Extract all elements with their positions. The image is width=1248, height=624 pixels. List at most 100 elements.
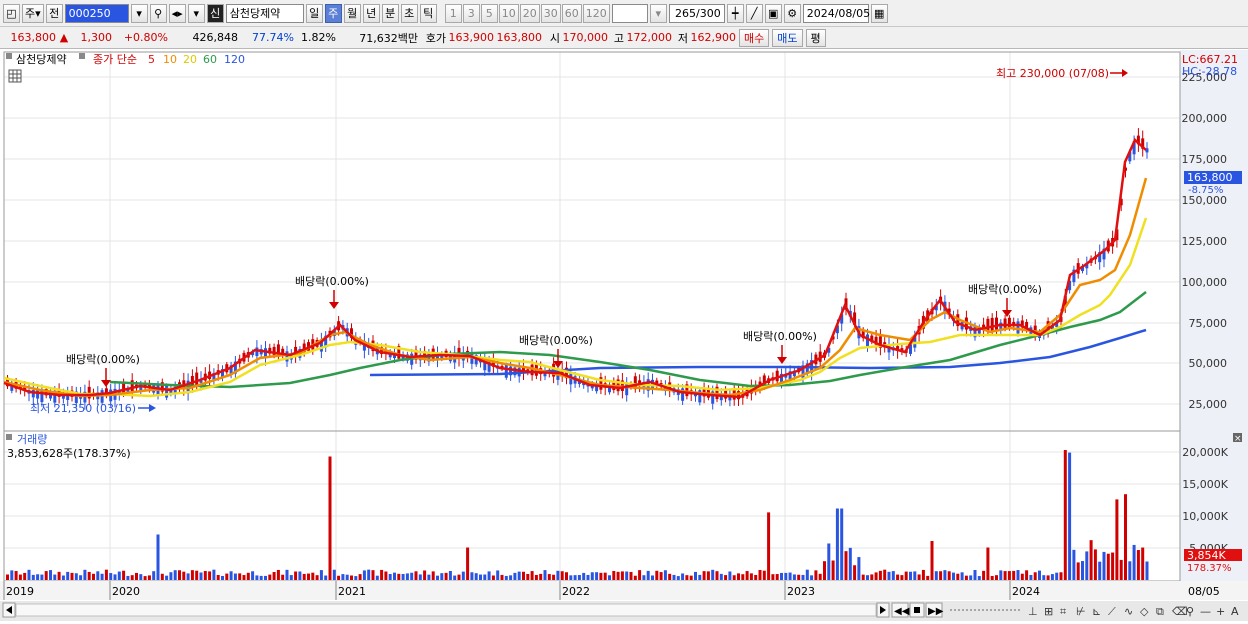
volume-bar — [57, 571, 61, 580]
search-icon[interactable]: ⚲ — [149, 3, 167, 23]
volume-bar — [315, 575, 319, 580]
custom-interval-dropdown-icon[interactable]: ▾ — [649, 3, 667, 23]
copy-tool-icon[interactable]: ⧉ — [1156, 605, 1164, 618]
volume-bar — [586, 574, 590, 580]
interval-60[interactable]: 60 — [561, 3, 582, 23]
count-field[interactable]: 265/300 — [668, 3, 725, 23]
period-second[interactable]: 초 — [400, 3, 418, 23]
svg-text:×: × — [1234, 434, 1242, 444]
volume-bar — [186, 573, 190, 580]
volume-bar — [788, 572, 792, 580]
volume-bar — [973, 569, 977, 580]
volume-bar — [83, 569, 87, 580]
wave-tool-icon[interactable]: ∿ — [1124, 605, 1133, 618]
stock-options-icon[interactable]: ▾ — [187, 3, 205, 23]
volume-bar — [242, 575, 246, 580]
volume-bar — [831, 560, 835, 580]
count-max: /300 — [696, 6, 721, 20]
volume-bar — [1003, 571, 1007, 580]
interval-20[interactable]: 20 — [519, 3, 540, 23]
volume-bar — [749, 573, 753, 580]
sell-button[interactable]: 매도 — [772, 28, 803, 47]
interval-30[interactable]: 30 — [540, 3, 561, 23]
volume-bar — [371, 570, 375, 580]
bid-price: 163,800 — [496, 31, 543, 44]
custom-interval-input[interactable] — [611, 3, 648, 23]
interval-5[interactable]: 5 — [480, 3, 498, 23]
zoom-search-icon[interactable]: ⚲ — [1186, 605, 1194, 618]
volume-bar — [917, 574, 921, 580]
market-select[interactable]: 주 ▾ — [22, 3, 44, 23]
current-price-tag-pct: -8.75% — [1188, 185, 1223, 196]
volume-bar — [608, 575, 611, 580]
interval-120[interactable]: 120 — [582, 3, 610, 23]
volume-bar — [926, 575, 930, 580]
period-day[interactable]: 일 — [305, 3, 323, 23]
shape-tool-icon[interactable]: ◇ — [1140, 605, 1149, 618]
volume-bar — [861, 574, 865, 580]
volume-bar — [1076, 562, 1080, 580]
interval-1[interactable]: 1 — [444, 3, 462, 23]
horizontal-scrollbar[interactable] — [15, 603, 877, 617]
volume-bar — [522, 571, 525, 580]
prev-button[interactable]: 전 — [45, 3, 63, 23]
high-annotation: 최고 230,000 (07/08) — [996, 67, 1109, 80]
volume-bar — [504, 575, 508, 580]
volume-bar — [792, 574, 796, 580]
volume-bar — [212, 569, 216, 580]
settings-gear-icon[interactable]: ⚙ — [783, 3, 801, 23]
volume-bar — [694, 571, 697, 580]
zoom-out-icon[interactable]: — — [1200, 605, 1211, 618]
volume-bar — [960, 572, 964, 580]
volume-tick: 15,000K — [1182, 478, 1228, 491]
window-menu-icon[interactable]: ◰ — [3, 3, 20, 23]
volume-bar — [427, 574, 431, 580]
candle-type-icon[interactable]: ┿ — [726, 3, 744, 23]
period-tabs: 일 주 월 년 분 초 틱 — [305, 3, 437, 23]
legend-ma60: 60 — [203, 53, 217, 66]
ray-line-icon[interactable]: ⟋ — [1108, 605, 1116, 618]
period-tick[interactable]: 틱 — [419, 3, 437, 23]
volume-bar — [126, 575, 130, 580]
sound-icon[interactable]: ◂▸ — [168, 3, 186, 23]
volume-bar — [612, 570, 616, 580]
trend-tool-icon[interactable]: ⊥ — [1028, 605, 1038, 618]
interval-10[interactable]: 10 — [498, 3, 519, 23]
volume-bar — [887, 571, 891, 580]
draw-line-icon[interactable]: ╱ — [745, 3, 763, 23]
code-dropdown-icon[interactable]: ▾ — [130, 3, 148, 23]
text-tool-icon[interactable]: A — [1231, 605, 1239, 618]
volume-bar — [479, 574, 482, 580]
volume-bar — [221, 575, 224, 580]
volume-bar — [668, 573, 672, 580]
period-year[interactable]: 년 — [362, 3, 380, 23]
volume-bar — [878, 570, 882, 580]
period-month[interactable]: 월 — [343, 3, 361, 23]
interval-3[interactable]: 3 — [462, 3, 480, 23]
save-icon[interactable]: ▣ — [764, 3, 782, 23]
cross-line-icon[interactable]: ⊬ — [1076, 605, 1086, 618]
period-week[interactable]: 주 — [324, 3, 342, 23]
volume-bar — [470, 572, 474, 580]
volume-bar — [1124, 494, 1127, 580]
channel-tool-icon[interactable]: ⌗ — [1060, 605, 1066, 618]
calendar-icon[interactable]: ▦ — [870, 3, 888, 23]
angle-line-icon[interactable]: ⊾ — [1092, 605, 1101, 618]
period-minute[interactable]: 분 — [381, 3, 399, 23]
zoom-in-icon[interactable]: + — [1216, 605, 1225, 618]
volume-bar — [797, 574, 801, 580]
high-label: 고 — [613, 31, 624, 45]
volume-bar — [302, 573, 306, 580]
volume-bar — [135, 572, 138, 580]
data-table-icon[interactable] — [8, 69, 22, 83]
date-input[interactable]: 2024/08/05 — [802, 3, 870, 23]
volume-bar — [74, 573, 78, 580]
average-button[interactable]: 평 — [805, 28, 826, 47]
code-input[interactable]: 000250 — [64, 3, 129, 23]
volume-bar — [444, 572, 448, 580]
volume-bar — [190, 570, 194, 580]
volume-bar — [921, 569, 925, 580]
buy-button[interactable]: 매수 — [739, 28, 770, 47]
volume-bar — [728, 571, 732, 580]
fib-tool-icon[interactable]: ⊞ — [1044, 605, 1053, 618]
